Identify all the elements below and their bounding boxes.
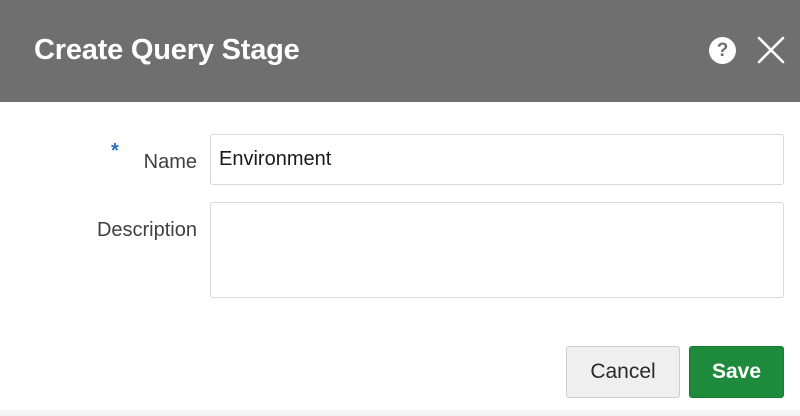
close-icon[interactable] [755,34,787,66]
save-button[interactable]: Save [689,346,784,398]
help-icon[interactable]: ? [709,37,736,64]
cancel-button[interactable]: Cancel [566,346,680,398]
dialog-bottom-edge [0,410,800,416]
description-label: Description [96,219,197,241]
close-x-glyph [757,36,785,64]
name-label: Name [143,151,197,173]
required-marker: * [111,140,119,162]
create-query-stage-dialog: Create Query Stage ? * Name Description … [0,0,800,416]
dialog-header: Create Query Stage ? [0,0,800,102]
description-textarea[interactable] [210,202,784,298]
name-input[interactable] [210,134,784,185]
dialog-title: Create Query Stage [34,34,300,66]
